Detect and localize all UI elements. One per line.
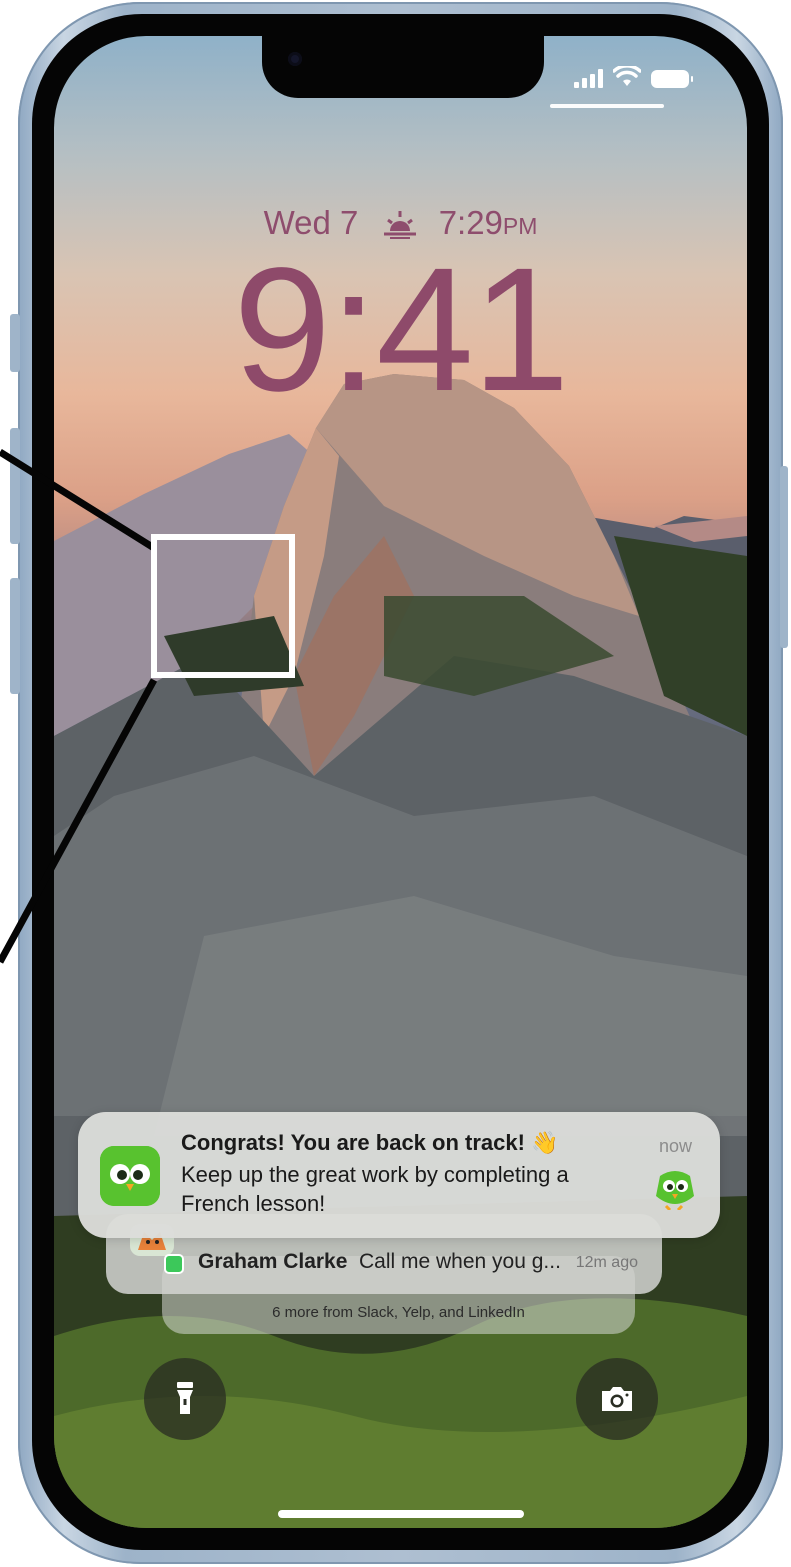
- callout-lines: [0, 449, 158, 964]
- zoom-callout-box: [151, 534, 295, 678]
